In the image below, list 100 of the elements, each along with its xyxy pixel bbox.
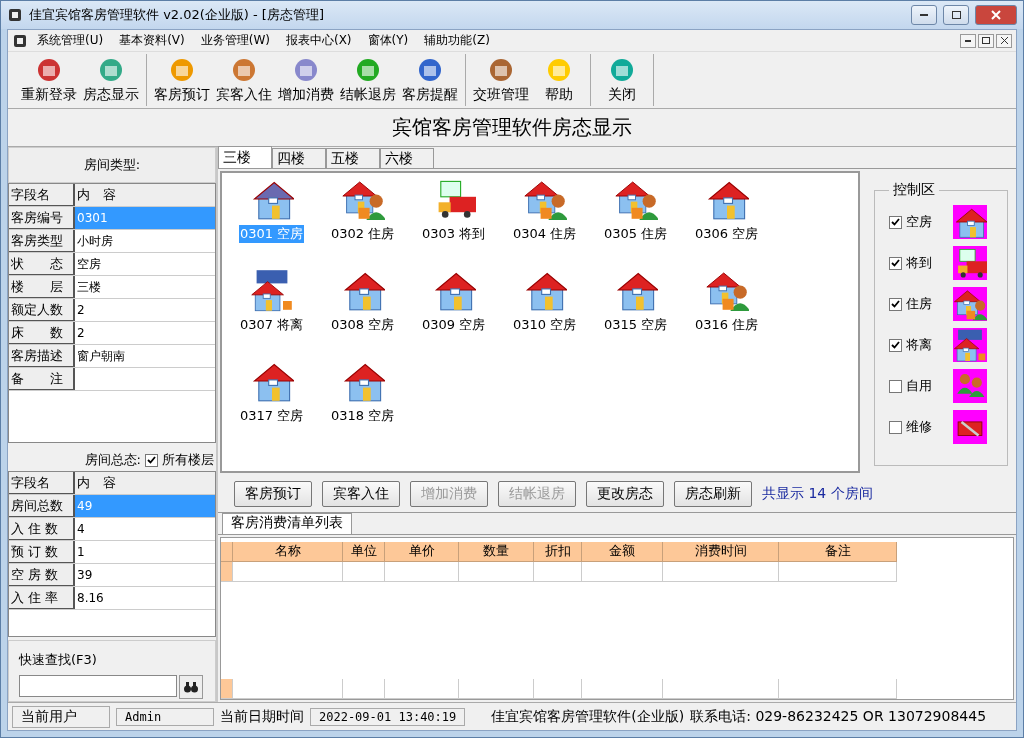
restore-button[interactable] [978, 33, 994, 48]
status-icon [953, 410, 987, 444]
column-header: 单位 [343, 542, 385, 562]
field-name-cell: 房间总数 [9, 495, 75, 517]
current-time: 2022-09-01 13:40:19 [310, 707, 466, 726]
room-label[interactable]: 0305 住房 [602, 225, 669, 243]
floor-tab[interactable]: 六楼 [380, 148, 434, 168]
room-label[interactable]: 0306 空房 [693, 225, 760, 243]
field-name-cell: 楼 层 [9, 276, 75, 298]
menu-item[interactable]: 基本资料(V) [112, 32, 192, 49]
checkbox-label: 住房 [906, 295, 932, 313]
field-name-cell: 客房描述 [9, 345, 75, 367]
list-tab[interactable]: 客房消费清单列表 [222, 513, 352, 534]
toolbar-button[interactable]: 增加消费 [275, 54, 337, 106]
toolbar-button[interactable]: 客房提醒 [399, 54, 461, 106]
field-name-cell: 预 订 数 [9, 541, 75, 563]
toolbar-button[interactable]: 帮助 [532, 54, 586, 106]
room-label[interactable]: 0302 住房 [329, 225, 396, 243]
action-button[interactable]: 宾客入住 [322, 480, 400, 507]
field-name-cell: 床 数 [9, 322, 75, 344]
column-header: 金额 [582, 542, 663, 562]
window-title: 佳宜宾馆客房管理软件 v2.02(企业版) - [房态管理] [29, 6, 325, 24]
room-label[interactable]: 0310 空房 [511, 316, 578, 334]
field-name-cell: 客房类型 [9, 230, 75, 252]
contact-info: 联系电话: 029-86232425 OR 13072908445 [690, 707, 987, 726]
room-label[interactable]: 0307 将离 [238, 316, 305, 334]
checkbox[interactable] [889, 297, 902, 311]
column-header: 单价 [385, 542, 459, 562]
menu-item[interactable]: 窗体(Y) [360, 32, 416, 49]
current-user: Admin [116, 707, 214, 726]
room-label[interactable]: 0304 住房 [511, 225, 578, 243]
check-icon [891, 218, 900, 226]
toolbar-button[interactable]: 宾客入住 [213, 54, 275, 106]
search-field[interactable] [19, 675, 177, 697]
maximize-icon [951, 11, 961, 19]
room-label[interactable]: 0316 住房 [693, 316, 760, 334]
column-header: 名称 [233, 542, 343, 562]
check-icon [147, 456, 156, 464]
room-label[interactable]: 0308 空房 [329, 316, 396, 334]
action-button[interactable]: 更改房态 [586, 480, 664, 507]
action-button[interactable]: 房态刷新 [674, 480, 752, 507]
toolbar-button[interactable]: 重新登录 [18, 54, 80, 106]
product-name: 佳宜宾馆客房管理软件(企业版) [491, 707, 685, 726]
status-icon [953, 369, 987, 403]
menu-item[interactable]: 报表中心(X) [278, 32, 359, 49]
room-label[interactable]: 0309 空房 [420, 316, 487, 334]
field-name-cell: 额定人数 [9, 299, 75, 321]
panel-title: 房间总态: [84, 451, 141, 469]
checkbox-label: 将到 [906, 254, 932, 272]
floor-tab[interactable]: 三楼 [218, 146, 272, 168]
checkbox-label: 自用 [906, 377, 932, 395]
status-label: 当前日期时间 [220, 707, 304, 726]
minimize-icon [965, 39, 971, 42]
floor-tab[interactable]: 四楼 [272, 148, 326, 168]
room-label[interactable]: 0317 空房 [238, 407, 305, 425]
column-header: 折扣 [534, 542, 582, 562]
field-name-cell: 备 注 [9, 368, 75, 390]
checkbox[interactable] [889, 338, 902, 352]
room-count: 共显示 14 个房间 [762, 484, 873, 503]
check-icon [891, 300, 900, 308]
status-icon [953, 205, 987, 239]
action-button[interactable]: 客房预订 [234, 480, 312, 507]
column-header: 内 容 [75, 184, 215, 206]
minimize-button[interactable] [911, 5, 937, 25]
checkbox[interactable] [889, 420, 902, 434]
close-button[interactable] [996, 33, 1012, 48]
toolbar-button[interactable]: 房态显示 [80, 54, 142, 106]
minimize-button[interactable] [960, 33, 976, 48]
room-label[interactable]: 0318 空房 [329, 407, 396, 425]
menu-item[interactable]: 系统管理(U) [30, 32, 111, 49]
panel-title: 房间类型: [83, 156, 141, 174]
close-icon [991, 10, 1001, 20]
room-label[interactable]: 0303 将到 [420, 225, 487, 243]
binoculars-icon [184, 681, 198, 693]
checkbox[interactable] [889, 256, 902, 270]
checkbox[interactable] [889, 379, 902, 393]
checkbox[interactable] [889, 215, 902, 229]
toolbar-button[interactable]: 结帐退房 [337, 54, 399, 106]
toolbar-button[interactable]: 关闭 [595, 54, 649, 106]
floor-tab[interactable]: 五楼 [326, 148, 380, 168]
checkbox[interactable] [145, 453, 158, 467]
minimize-icon [920, 13, 928, 17]
check-icon [891, 259, 900, 267]
column-header: 字段名 [9, 184, 75, 206]
search-label: 快速查找(F3) [19, 651, 98, 669]
toolbar-button[interactable]: 客房预订 [151, 54, 213, 106]
column-header: 数量 [459, 542, 534, 562]
menu-item[interactable]: 辅助功能(Z) [417, 32, 497, 49]
checkbox-label: 将离 [906, 336, 932, 354]
app-icon [7, 7, 23, 23]
menu-item[interactable]: 业务管理(W) [193, 32, 277, 49]
checkbox-label: 所有楼层 [162, 451, 214, 469]
room-label[interactable]: 0315 空房 [602, 316, 669, 334]
status-icon [953, 328, 987, 362]
search-button[interactable] [179, 675, 203, 699]
field-name-cell: 入 住 数 [9, 518, 75, 540]
close-icon [1000, 37, 1008, 44]
toolbar-button[interactable]: 交班管理 [470, 54, 532, 106]
maximize-button[interactable] [943, 5, 969, 25]
column-header: 备注 [779, 542, 897, 562]
